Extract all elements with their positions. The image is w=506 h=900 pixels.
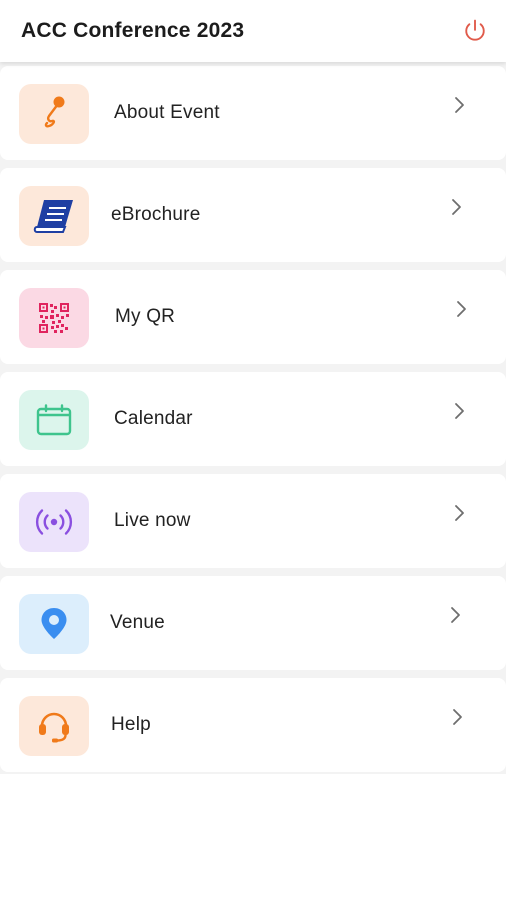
chevron-right-icon xyxy=(449,401,469,421)
broadcast-icon xyxy=(35,509,73,535)
chevron-right-icon xyxy=(449,95,469,115)
qr-code-icon xyxy=(38,302,70,334)
icon-tile xyxy=(19,696,89,756)
menu-item-about-event[interactable]: About Event xyxy=(0,66,506,160)
chevron-right-icon xyxy=(447,707,467,727)
power-icon xyxy=(465,19,485,41)
menu-item-label: Venue xyxy=(110,612,165,633)
icon-tile xyxy=(19,288,89,348)
menu-item-calendar[interactable]: Calendar xyxy=(0,372,506,466)
menu-list: About Event eBrochure My QR Calendar Liv… xyxy=(0,62,506,774)
power-button[interactable] xyxy=(460,16,490,46)
location-pin-icon xyxy=(41,608,67,639)
icon-tile xyxy=(19,594,89,654)
empty-area xyxy=(0,774,506,900)
chevron-right-icon xyxy=(445,605,465,625)
menu-item-label: My QR xyxy=(115,306,176,327)
menu-item-venue[interactable]: Venue xyxy=(0,576,506,670)
app-screen: ACC Conference 2023 About Event eBrochur… xyxy=(0,0,506,900)
calendar-icon xyxy=(36,404,72,436)
menu-item-label: About Event xyxy=(114,102,220,123)
microphone-icon xyxy=(44,96,65,128)
menu-item-help[interactable]: Help xyxy=(0,678,506,772)
app-header: ACC Conference 2023 xyxy=(0,0,506,62)
icon-tile xyxy=(19,390,89,450)
icon-tile xyxy=(19,492,89,552)
chevron-right-icon xyxy=(449,503,469,523)
chevron-right-icon xyxy=(451,299,471,319)
menu-item-label: Help xyxy=(111,714,151,735)
book-icon xyxy=(33,200,73,233)
menu-item-ebrochure[interactable]: eBrochure xyxy=(0,168,506,262)
icon-tile xyxy=(19,186,89,246)
chevron-right-icon xyxy=(446,197,466,217)
menu-item-label: Calendar xyxy=(114,408,193,429)
menu-item-label: Live now xyxy=(114,510,191,531)
menu-item-live-now[interactable]: Live now xyxy=(0,474,506,568)
menu-item-my-qr[interactable]: My QR xyxy=(0,270,506,364)
icon-tile xyxy=(19,84,89,144)
page-title: ACC Conference 2023 xyxy=(21,19,245,42)
menu-item-label: eBrochure xyxy=(111,204,201,225)
headset-icon xyxy=(39,712,69,743)
